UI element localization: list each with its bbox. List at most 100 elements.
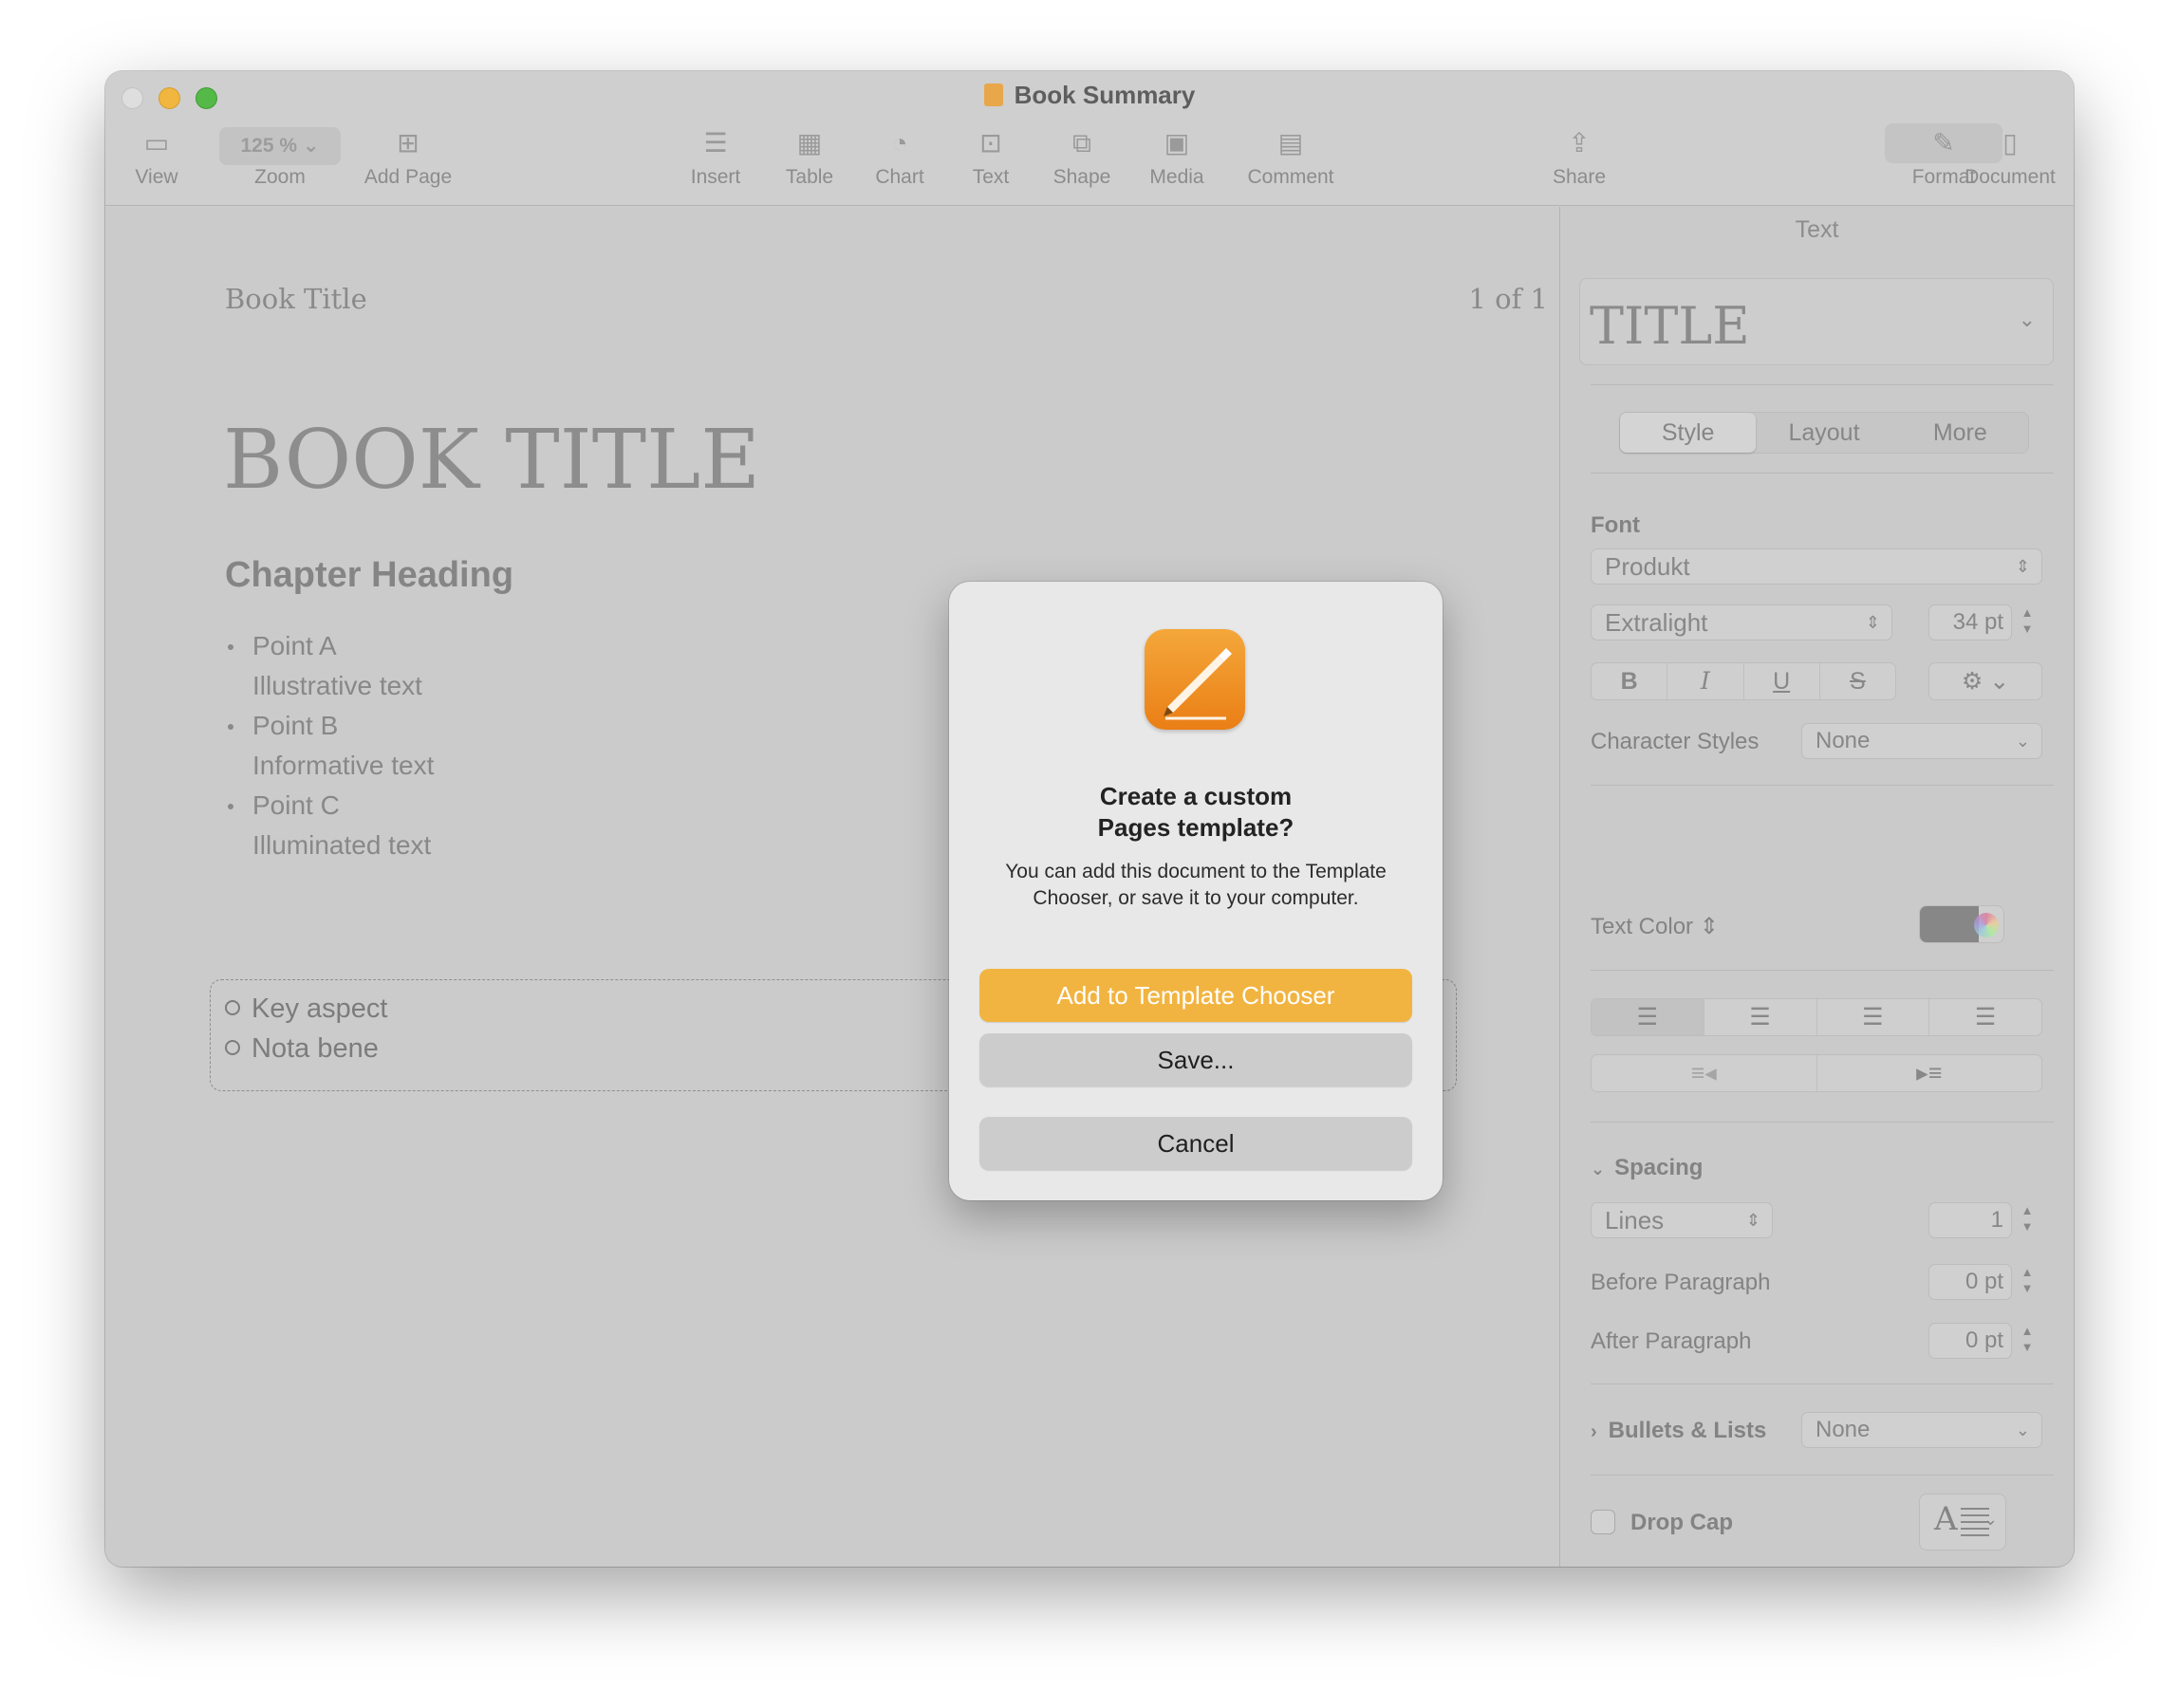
divider [1591,970,2054,971]
add-page-icon: ⊞ [397,128,419,158]
chapter-heading[interactable]: Chapter Heading [225,555,513,596]
align-right-icon[interactable]: ☰ [1817,999,1930,1035]
divider [1591,1122,2054,1123]
shape-icon: ⧉ [1072,128,1091,158]
justify-icon[interactable]: ☰ [1929,999,2041,1035]
zoom-control[interactable]: 125 % ⌄ Zoom [214,123,346,189]
before-paragraph-field[interactable]: 0 pt [1928,1264,2012,1300]
font-family-value: Produkt [1605,552,1690,581]
font-family-select[interactable]: Produkt ⇕ [1591,548,2042,585]
toolbar: Book Summary ▭ View 125 % ⌄ Zoom ⊞ Add P… [105,71,2074,206]
circle-bullet-icon [225,1040,240,1055]
list-item-detail[interactable]: Illustrative text [225,666,434,706]
tab-style[interactable]: Style [1620,413,1757,453]
share-label: Share [1552,166,1607,188]
media-label: Media [1149,166,1204,188]
table-label: Table [785,166,834,188]
advanced-options-button[interactable]: ⚙ ⌄ [1928,662,2042,700]
line-spacing-field[interactable]: 1 [1928,1202,2012,1238]
tab-layout[interactable]: Layout [1756,413,1891,453]
list-item-detail[interactable]: Illuminated text [225,826,434,865]
text-color-well[interactable] [1919,905,2004,943]
line-spacing-stepper[interactable]: ▲ ▼ [2020,1202,2035,1238]
zoom-select[interactable]: 125 % ⌄ [219,127,341,165]
comment-label: Comment [1247,166,1334,188]
after-paragraph-stepper[interactable]: ▲ ▼ [2020,1323,2035,1359]
share-icon: ⇪ [1568,128,1591,158]
tab-more[interactable]: More [1892,413,2028,453]
bullets-section-toggle[interactable]: › Bullets & Lists [1591,1418,1766,1444]
before-paragraph-label: Before Paragraph [1591,1270,1771,1295]
page-header-title[interactable]: Book Title [225,283,367,315]
spacing-mode-select[interactable]: Lines ⇕ [1591,1202,1773,1238]
page-number: 1 of 1 [1468,283,1548,315]
comment-icon: ▤ [1277,128,1304,158]
key-item-text: Nota bene [251,1033,379,1064]
sidebar-icon: ▭ [143,128,170,158]
shape-button[interactable]: ⧉ Shape [1039,123,1125,189]
strikethrough-button[interactable]: S [1820,663,1895,699]
list-item-detail[interactable]: Informative text [225,746,434,786]
after-paragraph-field[interactable]: 0 pt [1928,1323,2012,1359]
before-paragraph-stepper[interactable]: ▲ ▼ [2020,1264,2035,1300]
add-page-button[interactable]: ⊞ Add Page [356,123,460,189]
increase-indent-icon[interactable]: ▸≡ [1817,1055,2042,1091]
dialog-title: Create a custom Pages template? [978,781,1414,844]
book-title[interactable]: BOOK TITLE [223,413,760,508]
gear-icon: ⚙ ⌄ [1961,668,2010,695]
text-color-label[interactable]: Text Color ⇕ [1591,913,1719,940]
chevron-right-icon: › [1591,1421,1597,1442]
spacing-label: Spacing [1614,1155,1704,1180]
drop-cap-checkbox[interactable] [1591,1510,1615,1534]
character-styles-select[interactable]: None ⌄ [1801,723,2042,759]
list-item[interactable]: Point A [225,626,434,666]
font-size-field[interactable]: 34 pt [1928,604,2012,640]
bullets-select[interactable]: None ⌄ [1801,1412,2042,1448]
color-swatch [1920,906,1979,942]
text-button[interactable]: ⊡ Text [948,123,1034,189]
inspector-header: Text [1795,216,1839,243]
color-wheel-icon[interactable] [1974,913,1999,938]
chevron-down-icon: ⌄ [1983,1510,1998,1529]
zoom-label: Zoom [254,166,306,188]
font-size-stepper[interactable]: ▲ ▼ [2020,604,2035,640]
font-weight-select[interactable]: Extralight ⇕ [1591,604,1892,640]
list-item[interactable]: Point B [225,706,434,746]
view-button[interactable]: ▭ View [119,123,195,189]
key-item[interactable]: Key aspect [225,993,387,1025]
cancel-button[interactable]: Cancel [979,1117,1412,1170]
up-down-arrows-icon: ⇕ [2015,557,2030,576]
key-item[interactable]: Nota bene [225,1033,379,1065]
document-label: Document [1965,166,2056,188]
table-button[interactable]: ▦ Table [767,123,852,189]
divider [1591,1383,2054,1384]
drop-cap-glyph: A [1934,1500,1958,1538]
document-button[interactable]: ▯ Document [1948,123,2072,189]
list-item[interactable]: Point C [225,786,434,826]
decrease-indent-icon[interactable]: ≡◂ [1592,1055,1817,1091]
pages-app-icon [1145,629,1245,730]
spacing-section-toggle[interactable]: ⌄ Spacing [1591,1155,1703,1181]
align-left-icon[interactable]: ☰ [1592,999,1704,1035]
document-icon [983,84,1003,106]
align-center-icon[interactable]: ☰ [1704,999,1817,1035]
add-to-template-chooser-button[interactable]: Add to Template Chooser [979,969,1412,1022]
bold-button[interactable]: B [1592,663,1668,699]
paragraph-style-select[interactable]: TITLE ⌄ [1579,278,2054,365]
add-page-label: Add Page [363,166,453,188]
points-list[interactable]: Point A Illustrative text Point B Inform… [225,626,434,865]
insert-button[interactable]: ☰ Insert [673,123,758,189]
comment-button[interactable]: ▤ Comment [1229,123,1352,189]
chevron-down-icon: ⌄ [1591,1160,1606,1179]
paragraph-style-value: TITLE [1590,296,1750,356]
share-button[interactable]: ⇪ Share [1536,123,1622,189]
underline-button[interactable]: U [1744,663,1820,699]
media-button[interactable]: ▣ Media [1134,123,1220,189]
save-button[interactable]: Save... [979,1033,1412,1086]
italic-button[interactable]: I [1667,663,1744,699]
alignment-buttons: ☰ ☰ ☰ ☰ [1591,998,2042,1036]
pen-icon [1164,648,1232,720]
text-label: Text [972,166,1010,188]
drop-cap-style-select[interactable]: A ⌄ [1919,1494,2006,1550]
chart-button[interactable]: ◔ Chart [857,123,942,189]
